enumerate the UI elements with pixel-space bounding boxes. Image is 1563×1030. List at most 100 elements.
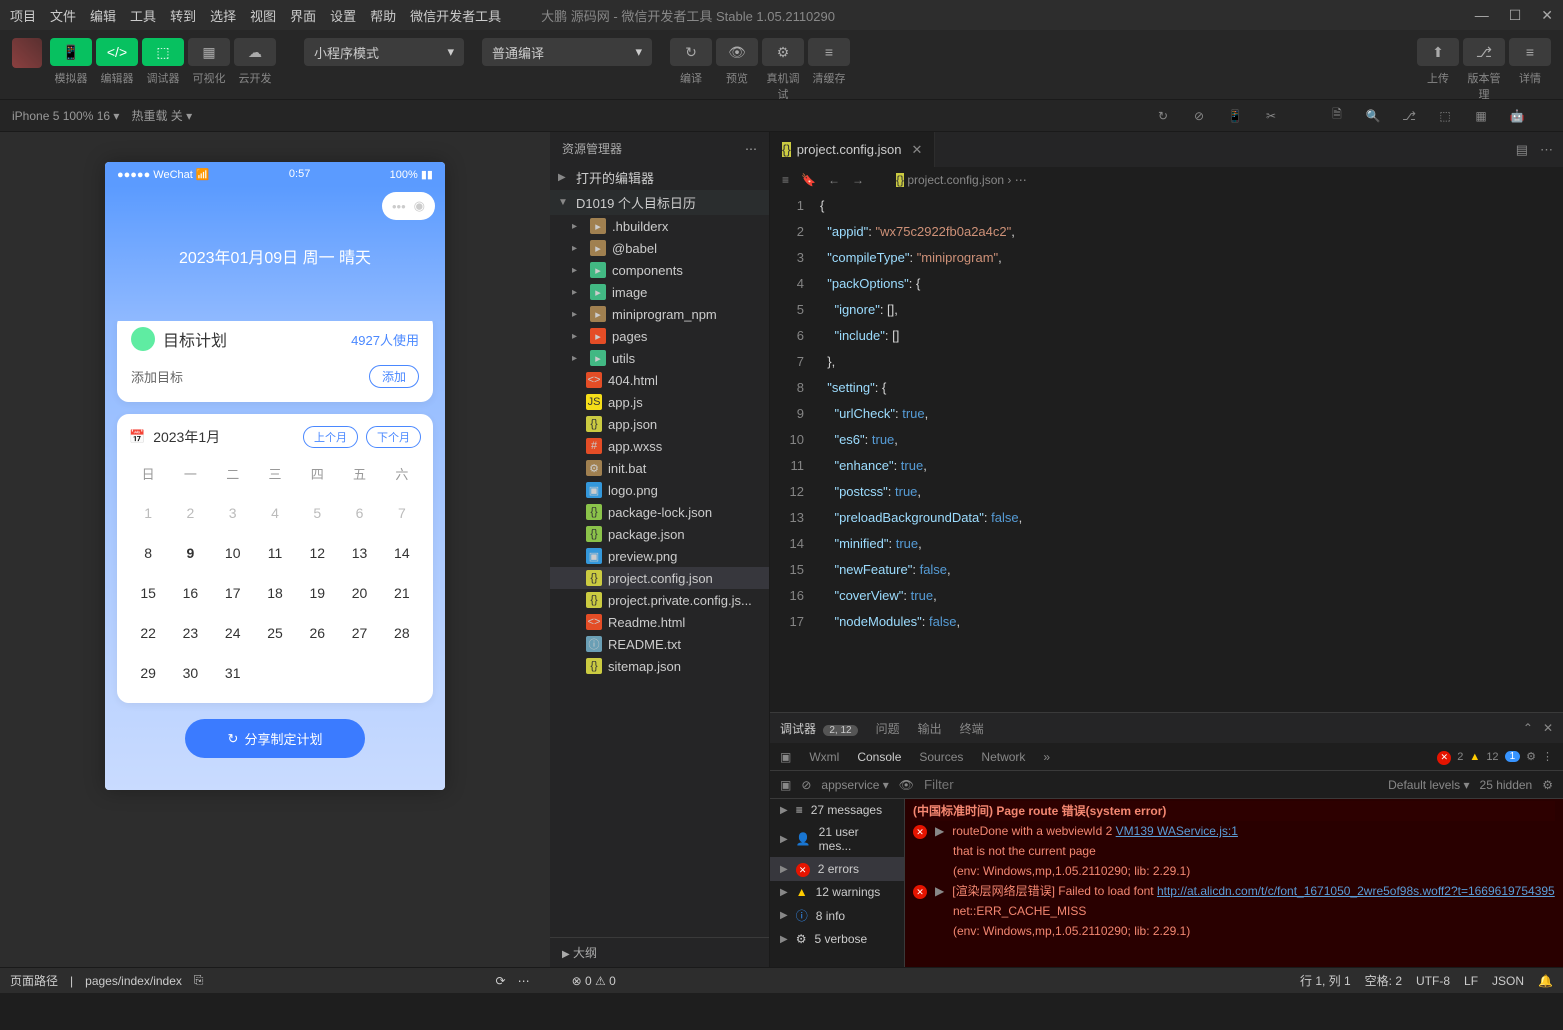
terminal-tab[interactable]: 终端 [960,720,984,737]
menu-item[interactable]: 视图 [250,6,276,25]
search-icon[interactable]: 🔍 [1361,104,1385,128]
sources-tab[interactable]: Sources [919,750,963,764]
file-item[interactable]: <>404.html [550,369,769,391]
eol[interactable]: LF [1464,974,1478,988]
debugger-button[interactable]: ⬚ [142,38,184,66]
file-item[interactable]: ⚙init.bat [550,457,769,479]
console-tab[interactable]: Console [857,750,901,764]
calendar-day[interactable]: 17 [214,575,252,611]
settings-icon[interactable]: ⚙ [1526,750,1536,763]
console-filter-row[interactable]: ▶✕2 errors [770,857,904,881]
feedback-icon[interactable]: 🔔 [1538,974,1553,988]
console-filter-row[interactable]: ▶👤21 user mes... [770,821,904,857]
calendar-day[interactable]: 2 [171,495,209,531]
maximize-icon[interactable]: ☐ [1509,7,1522,24]
folder-item[interactable]: ▸▸utils [550,347,769,369]
file-item[interactable]: {}project.private.config.js... [550,589,769,611]
folder-item[interactable]: ▸▸image [550,281,769,303]
avatar[interactable] [12,38,42,68]
editor-button[interactable]: </> [96,38,138,66]
dock-icon[interactable]: ⋮ [1542,750,1553,763]
explorer-more-icon[interactable]: ⋯ [745,142,757,156]
calendar-day[interactable]: 25 [256,615,294,651]
calendar-day[interactable]: 5 [298,495,336,531]
eye-icon[interactable]: 👁 [899,778,914,792]
code-editor[interactable]: 1234567891011121314151617 { "appid": "wx… [770,193,1563,712]
menu-item[interactable]: 帮助 [370,6,396,25]
calendar-day[interactable]: 19 [298,575,336,611]
details-button[interactable]: ≡ [1509,38,1551,66]
clear-cache-button[interactable]: ≡ [808,38,850,66]
add-button[interactable]: 添加 [369,365,419,388]
file-item[interactable]: <>Readme.html [550,611,769,633]
file-item[interactable]: ▣preview.png [550,545,769,567]
calendar-day[interactable]: 4 [256,495,294,531]
cloud-button[interactable]: ☁ [234,38,276,66]
file-item[interactable]: {}sitemap.json [550,655,769,677]
calendar-day[interactable]: 8 [129,535,167,571]
more-tabs-icon[interactable]: » [1043,750,1050,764]
levels-dropdown[interactable]: Default levels ▾ [1388,778,1469,792]
console-filter-row[interactable]: ▶▲12 warnings [770,881,904,903]
calendar-day[interactable]: 15 [129,575,167,611]
refresh-icon[interactable]: ↻ [1151,104,1175,128]
version-button[interactable]: ⎇ [1463,38,1505,66]
menu-item[interactable]: 转到 [170,6,196,25]
folder-item[interactable]: ▸▸components [550,259,769,281]
indent-setting[interactable]: 空格: 2 [1365,972,1402,989]
calendar-day[interactable]: 26 [298,615,336,651]
outline-section[interactable]: ▶ 大纲 [550,937,769,967]
encoding[interactable]: UTF-8 [1416,974,1450,988]
source-link[interactable]: VM139 WAService.js:1 [1116,824,1238,838]
file-item[interactable]: {}package.json [550,523,769,545]
calendar-day[interactable]: 11 [256,535,294,571]
visual-button[interactable]: ▦ [188,38,230,66]
calendar-day[interactable]: 30 [171,655,209,691]
menu-item[interactable]: 编辑 [90,6,116,25]
preview-button[interactable]: 👁 [716,38,758,66]
remote-debug-button[interactable]: ⚙ [762,38,804,66]
modules-icon[interactable]: ⬚ [1433,104,1457,128]
back-icon[interactable]: ← [828,173,840,187]
cut-icon[interactable]: ✂ [1259,104,1283,128]
calendar-day[interactable]: 20 [340,575,378,611]
source-link[interactable]: http://at.alicdn.com/t/c/font_1671050_2w… [1157,884,1555,898]
calendar-day[interactable]: 13 [340,535,378,571]
collapse-icon[interactable]: ⌃ [1523,721,1533,735]
prev-month-button[interactable]: 上个月 [303,426,358,448]
output-tab[interactable]: 输出 [918,720,942,737]
files-icon[interactable]: 🗎 [1325,104,1349,128]
forward-icon[interactable]: → [852,173,864,187]
hot-reload-toggle[interactable]: 热重载 关 ▾ [131,107,192,124]
file-item[interactable]: {}app.json [550,413,769,435]
calendar-day[interactable]: 16 [171,575,209,611]
device-selector[interactable]: iPhone 5 100% 16 ▾ [12,109,119,123]
file-item[interactable]: ▣logo.png [550,479,769,501]
folder-item[interactable]: ▸▸@babel [550,237,769,259]
calendar-day[interactable]: 1 [129,495,167,531]
sync-icon[interactable]: ⟳ [496,974,506,988]
calendar-day[interactable]: 6 [340,495,378,531]
calendar-day[interactable]: 10 [214,535,252,571]
calendar-day[interactable]: 21 [383,575,421,611]
calendar-day[interactable]: 23 [171,615,209,651]
calendar-day[interactable]: 18 [256,575,294,611]
calendar-day[interactable]: 9 [171,535,209,571]
console-settings-icon[interactable]: ⚙ [1542,778,1553,792]
upload-button[interactable]: ⬆ [1417,38,1459,66]
menu-item[interactable]: 工具 [130,6,156,25]
filter-input[interactable] [924,777,1378,792]
split-icon[interactable]: ▤ [1516,142,1528,158]
next-month-button[interactable]: 下个月 [366,426,421,448]
folder-item[interactable]: ▸▸miniprogram_npm [550,303,769,325]
menu-item[interactable]: 微信开发者工具 [410,6,501,25]
language-mode[interactable]: JSON [1492,974,1524,988]
menu-item[interactable]: 设置 [330,6,356,25]
editor-tab[interactable]: {} project.config.json ✕ [770,132,935,167]
file-item[interactable]: {}package-lock.json [550,501,769,523]
console-filter-row[interactable]: ▶≡27 messages [770,799,904,821]
extensions-icon[interactable]: ▦ [1469,104,1493,128]
console-filter-row[interactable]: ▶ⓘ8 info [770,903,904,928]
problems-tab[interactable]: 问题 [876,720,900,737]
device-icon[interactable]: 📱 [1223,104,1247,128]
